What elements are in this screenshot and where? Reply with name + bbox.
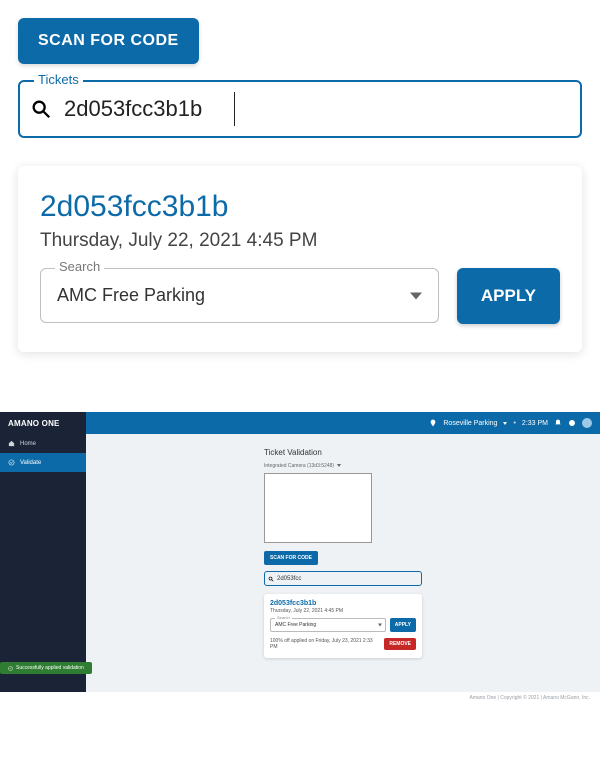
avatar[interactable] xyxy=(582,418,592,428)
help-icon[interactable] xyxy=(568,419,576,427)
tickets-fieldset[interactable]: Tickets xyxy=(18,80,582,138)
validation-panel: Ticket Validation Integrated Camera (13d… xyxy=(264,448,422,658)
chevron-down-icon xyxy=(410,292,422,299)
search-icon xyxy=(30,98,52,120)
search-icon xyxy=(268,576,274,582)
sidebar-item-validate[interactable]: Validate xyxy=(0,453,86,472)
sidebar: Home Validate xyxy=(0,434,86,692)
tickets-input[interactable] xyxy=(64,96,566,122)
topbar-time: 2:33 PM xyxy=(522,420,548,427)
tickets-input-wrapper[interactable]: 2d053fcc xyxy=(264,571,422,586)
main-content: Ticket Validation Integrated Camera (13d… xyxy=(86,434,600,692)
ticket-card: 2d053fcc3b1b Thursday, July 22, 2021 4:4… xyxy=(18,166,582,352)
sidebar-item-label: Home xyxy=(20,441,36,447)
chevron-down-icon xyxy=(337,464,341,467)
apply-button[interactable]: APPLY xyxy=(457,268,560,324)
validation-search-select[interactable]: Search AMC Free Parking xyxy=(270,618,386,632)
home-icon xyxy=(8,440,15,447)
sidebar-item-label: Validate xyxy=(20,460,41,466)
ticket-date: Thursday, July 22, 2021 4:45 PM xyxy=(270,608,416,614)
text-caret xyxy=(234,92,235,126)
success-toast: Successfully applied validation xyxy=(0,662,92,674)
tickets-input-value: 2d053fcc xyxy=(277,576,301,582)
chevron-down-icon xyxy=(503,422,507,425)
search-legend: Search xyxy=(275,615,292,620)
search-selected-value: AMC Free Parking xyxy=(275,622,316,628)
ticket-card: 2d053fcc3b1b Thursday, July 22, 2021 4:4… xyxy=(264,594,422,658)
bell-icon[interactable] xyxy=(554,419,562,427)
applied-validation-text: 100% off applied on Friday, July 23, 202… xyxy=(270,638,380,650)
search-selected-value: AMC Free Parking xyxy=(57,285,205,305)
apply-button[interactable]: APPLY xyxy=(390,618,416,632)
check-icon xyxy=(8,666,13,671)
camera-select[interactable]: Integrated Camera (13d3:5248) xyxy=(264,463,422,469)
app-footer: Amano One | Copyright © 2021 | Amano McG… xyxy=(0,692,600,707)
scan-for-code-button[interactable]: SCAN FOR CODE xyxy=(264,551,318,565)
location-name[interactable]: Roseville Parking xyxy=(443,420,497,427)
search-legend: Search xyxy=(55,259,104,274)
scan-for-code-button[interactable]: SCAN FOR CODE xyxy=(18,18,199,64)
validation-search-select[interactable]: Search AMC Free Parking xyxy=(40,268,439,323)
camera-preview xyxy=(264,473,372,543)
app-screenshot: AMANO ONE Roseville Parking • 2:33 PM Ho… xyxy=(0,412,600,707)
ticket-id: 2d053fcc3b1b xyxy=(40,190,560,224)
remove-button[interactable]: REMOVE xyxy=(384,638,416,650)
chevron-down-icon xyxy=(378,624,382,627)
sidebar-item-home[interactable]: Home xyxy=(0,434,86,453)
panel-title: Ticket Validation xyxy=(264,448,422,457)
tickets-legend: Tickets xyxy=(34,72,83,87)
ticket-id: 2d053fcc3b1b xyxy=(270,600,416,607)
app-topbar: AMANO ONE Roseville Parking • 2:33 PM xyxy=(0,412,600,434)
validate-icon xyxy=(8,459,15,466)
location-icon xyxy=(429,419,437,427)
ticket-date: Thursday, July 22, 2021 4:45 PM xyxy=(40,230,560,252)
app-brand: AMANO ONE xyxy=(0,412,86,434)
